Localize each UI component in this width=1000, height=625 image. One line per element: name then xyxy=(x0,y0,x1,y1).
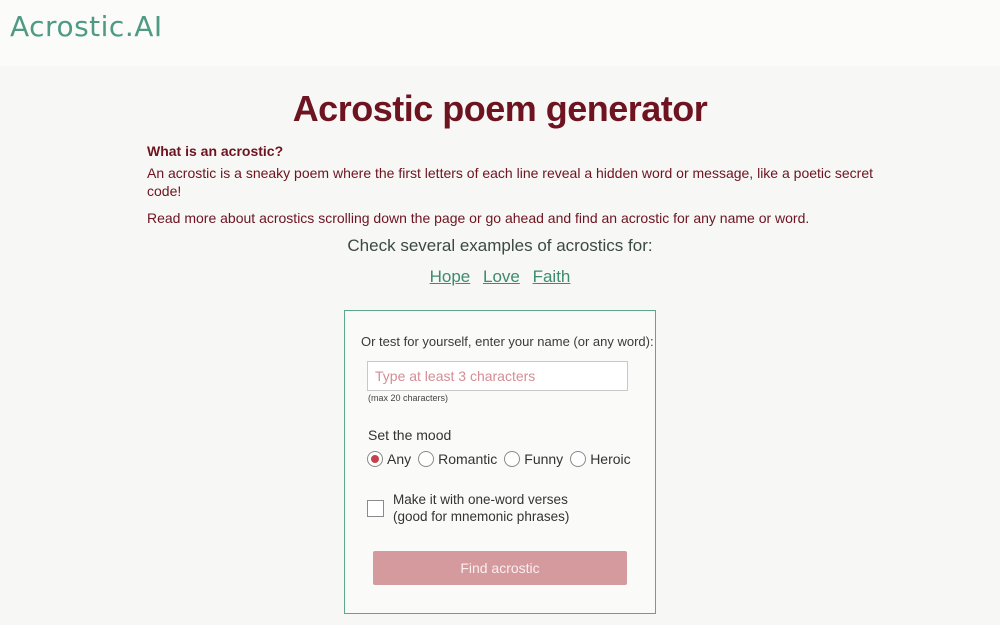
intro-question: What is an acrostic? xyxy=(147,143,284,159)
mood-radio-group: Any Romantic Funny Heroic xyxy=(367,451,638,467)
find-acrostic-button[interactable]: Find acrostic xyxy=(373,551,627,585)
mood-option-romantic[interactable]: Romantic xyxy=(418,451,497,467)
form-prompt: Or test for yourself, enter your name (o… xyxy=(361,334,654,349)
one-word-verses-checkbox[interactable] xyxy=(367,499,384,517)
page-title: Acrostic poem generator xyxy=(292,88,708,129)
checkbox-line-2: (good for mnemonic phrases) xyxy=(393,509,570,524)
radio-selected-icon[interactable] xyxy=(367,451,383,467)
mood-label-funny: Funny xyxy=(524,451,564,467)
one-word-verses-option[interactable]: Make it with one-word verses (good for m… xyxy=(367,491,569,525)
examples-heading: Check several examples of acrostics for: xyxy=(347,236,653,255)
generator-form: Or test for yourself, enter your name (o… xyxy=(344,310,656,614)
mood-option-any[interactable]: Any xyxy=(367,451,411,467)
radio-icon[interactable] xyxy=(570,451,587,467)
word-input[interactable] xyxy=(367,361,628,391)
intro-more: Read more about acrostics scrolling down… xyxy=(147,210,810,226)
example-link-faith[interactable]: Faith xyxy=(533,267,571,286)
one-word-verses-label: Make it with one-word verses (good for m… xyxy=(393,491,569,525)
top-bar: Acrostic.AI xyxy=(0,0,1000,66)
mood-label-heroic: Heroic xyxy=(590,451,631,467)
examples-links: Hope Love Faith xyxy=(0,267,1000,287)
mood-label-any: Any xyxy=(387,451,412,467)
input-hint: (max 20 characters) xyxy=(368,393,449,403)
mood-label-romantic: Romantic xyxy=(438,451,498,467)
mood-option-heroic[interactable]: Heroic xyxy=(570,451,631,467)
site-logo[interactable]: Acrostic.AI xyxy=(10,10,163,43)
radio-icon[interactable] xyxy=(418,451,435,467)
example-link-hope[interactable]: Hope xyxy=(430,267,471,286)
mood-label: Set the mood xyxy=(368,427,452,443)
checkbox-line-1: Make it with one-word verses xyxy=(393,492,568,507)
mood-option-funny[interactable]: Funny xyxy=(504,451,563,467)
intro-section: What is an acrostic? An acrostic is a sn… xyxy=(147,143,887,227)
radio-icon[interactable] xyxy=(504,451,521,467)
example-link-love[interactable]: Love xyxy=(483,267,520,286)
intro-text: An acrostic is a sneaky poem where the f… xyxy=(147,165,874,199)
